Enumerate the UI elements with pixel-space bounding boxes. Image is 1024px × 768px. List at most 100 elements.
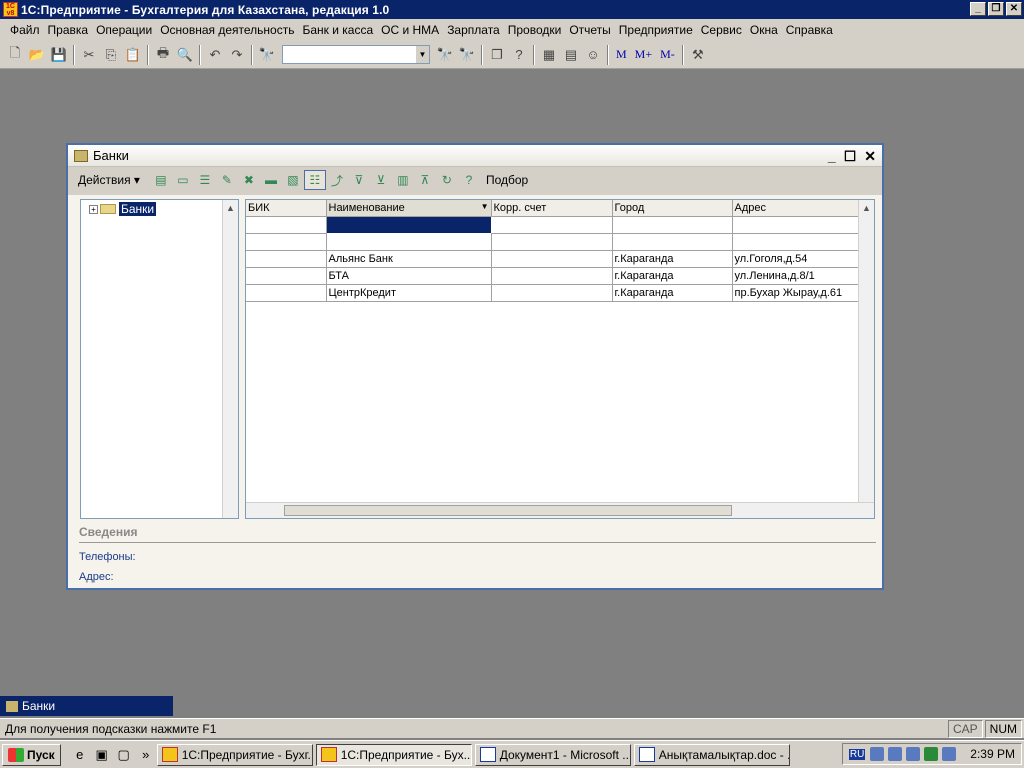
- cut-icon[interactable]: ✂: [78, 44, 100, 66]
- cell[interactable]: [491, 233, 613, 251]
- menu-assets[interactable]: ОС и НМА: [377, 19, 443, 41]
- refresh-icon[interactable]: ↻: [436, 170, 458, 190]
- col-name[interactable]: Наименование ▼: [326, 200, 492, 217]
- cell[interactable]: г.Караганда: [612, 284, 733, 302]
- tray-icon[interactable]: [942, 747, 957, 761]
- cell[interactable]: ЦентрКредит: [326, 284, 492, 302]
- cell[interactable]: [246, 284, 327, 302]
- filter-value-icon[interactable]: ⊻: [370, 170, 392, 190]
- table-row[interactable]: [246, 215, 861, 234]
- find-next-icon[interactable]: 🔭: [434, 44, 456, 66]
- explorer-icon[interactable]: ▢: [113, 745, 135, 765]
- paste-icon[interactable]: 📋: [122, 44, 144, 66]
- add-group-icon[interactable]: ▭: [172, 170, 194, 190]
- podbor-button[interactable]: Подбор: [480, 173, 528, 187]
- scroll-up-icon[interactable]: ▲: [223, 200, 238, 216]
- scroll-up-icon[interactable]: ▲: [859, 200, 874, 216]
- cell[interactable]: [732, 233, 861, 251]
- calculator-icon[interactable]: ▦: [538, 44, 560, 66]
- col-city[interactable]: Город: [612, 200, 733, 217]
- tray-icon[interactable]: [924, 747, 939, 761]
- cell[interactable]: [246, 250, 327, 268]
- cell[interactable]: [246, 216, 327, 234]
- taskbar-button-1c-2[interactable]: 1С:Предприятие - Бух...: [315, 743, 472, 766]
- cell[interactable]: [612, 233, 733, 251]
- table-row[interactable]: [246, 233, 861, 251]
- language-indicator[interactable]: RU: [848, 748, 866, 760]
- restore-button[interactable]: ❐: [988, 2, 1004, 16]
- window-close-icon[interactable]: ✕: [864, 148, 876, 165]
- taskbar-button-word-1[interactable]: Документ1 - Microsoft ...: [474, 743, 631, 766]
- cell[interactable]: [491, 267, 613, 285]
- table-hscrollbar[interactable]: [246, 502, 874, 518]
- preview-icon[interactable]: 🔍: [174, 44, 196, 66]
- save-icon[interactable]: 💾: [48, 44, 70, 66]
- user-icon[interactable]: ☺: [582, 44, 604, 66]
- cell[interactable]: [612, 216, 733, 234]
- open-icon[interactable]: 📂: [26, 44, 48, 66]
- copy-item-icon[interactable]: ☰: [194, 170, 216, 190]
- cell[interactable]: ул.Ленина,д.8/1: [732, 267, 861, 285]
- menu-enterprise[interactable]: Предприятие: [615, 19, 697, 41]
- tree-node-root[interactable]: + Банки: [89, 202, 157, 216]
- menu-file[interactable]: Файл: [6, 19, 44, 41]
- menu-operations[interactable]: Операции: [92, 19, 156, 41]
- window-panel-item-banks[interactable]: Банки: [0, 696, 173, 716]
- hscroll-thumb[interactable]: [284, 505, 732, 516]
- memory-plus-button[interactable]: M+: [631, 47, 656, 62]
- cell[interactable]: [732, 216, 861, 234]
- cell[interactable]: г.Караганда: [612, 250, 733, 268]
- cell[interactable]: Альянс Банк: [326, 250, 492, 268]
- cell[interactable]: [246, 233, 327, 251]
- search-combo[interactable]: ▼: [282, 45, 430, 64]
- menu-postings[interactable]: Проводки: [504, 19, 566, 41]
- redo-icon[interactable]: ↷: [226, 44, 248, 66]
- cell[interactable]: пр.Бухар Жырау,д.61: [732, 284, 861, 302]
- col-bik[interactable]: БИК: [246, 200, 327, 217]
- find-icon[interactable]: 🔭: [256, 44, 278, 66]
- tools-icon[interactable]: ⚒: [687, 44, 709, 66]
- cell[interactable]: [246, 267, 327, 285]
- menu-reports[interactable]: Отчеты: [565, 19, 614, 41]
- cell[interactable]: [491, 284, 613, 302]
- cell[interactable]: [491, 216, 613, 234]
- add-icon[interactable]: ▤: [150, 170, 172, 190]
- tree-view-icon[interactable]: ☷: [303, 170, 326, 190]
- cell-selected[interactable]: [325, 215, 492, 234]
- tray-icon[interactable]: [906, 747, 921, 761]
- memory-button[interactable]: M: [612, 47, 631, 62]
- table-row[interactable]: БТА г.Караганда ул.Ленина,д.8/1: [246, 267, 861, 285]
- tray-icon[interactable]: [870, 747, 885, 761]
- cell[interactable]: [491, 250, 613, 268]
- edit-icon[interactable]: ✎: [216, 170, 238, 190]
- calendar-icon[interactable]: ▤: [560, 44, 582, 66]
- tray-icon[interactable]: [888, 747, 903, 761]
- menu-main-activity[interactable]: Основная деятельность: [156, 19, 298, 41]
- copy-icon[interactable]: ⎘: [100, 44, 122, 66]
- minimize-button[interactable]: _: [970, 2, 986, 16]
- close-button[interactable]: ✕: [1006, 2, 1022, 16]
- hierarchy-icon[interactable]: ▧: [282, 170, 304, 190]
- menu-edit[interactable]: Правка: [44, 19, 93, 41]
- start-button[interactable]: Пуск: [2, 743, 61, 766]
- taskbar-button-word-2[interactable]: Анықтамалықтар.doc - ...: [633, 743, 790, 766]
- expand-icon[interactable]: +: [89, 204, 98, 214]
- delete-icon[interactable]: ✖: [238, 170, 260, 190]
- windows-icon[interactable]: ❐: [486, 44, 508, 66]
- filter-history-icon[interactable]: ▥: [392, 170, 414, 190]
- menu-bank-cash[interactable]: Банк и касса: [298, 19, 377, 41]
- help-icon[interactable]: ?: [458, 170, 480, 190]
- help-1c-icon[interactable]: ?: [508, 44, 530, 66]
- table-row[interactable]: Альянс Банк г.Караганда ул.Гоголя,д.54: [246, 250, 861, 268]
- clear-filter-icon[interactable]: ⊼: [414, 170, 436, 190]
- groups-tree[interactable]: + Банки ▲: [80, 199, 239, 519]
- table-row[interactable]: ЦентрКредит г.Караганда пр.Бухар Жырау,д…: [246, 284, 861, 302]
- menu-service[interactable]: Сервис: [697, 19, 746, 41]
- cell[interactable]: ул.Гоголя,д.54: [732, 250, 861, 268]
- col-corr-account[interactable]: Корр. счет: [491, 200, 613, 217]
- menu-windows[interactable]: Окна: [746, 19, 782, 41]
- actions-menu-button[interactable]: Действия ▾: [74, 173, 144, 187]
- tree-scrollbar[interactable]: ▲: [222, 200, 238, 518]
- window-maximize-icon[interactable]: ☐: [844, 148, 857, 165]
- find-prev-icon[interactable]: 🔭: [456, 44, 478, 66]
